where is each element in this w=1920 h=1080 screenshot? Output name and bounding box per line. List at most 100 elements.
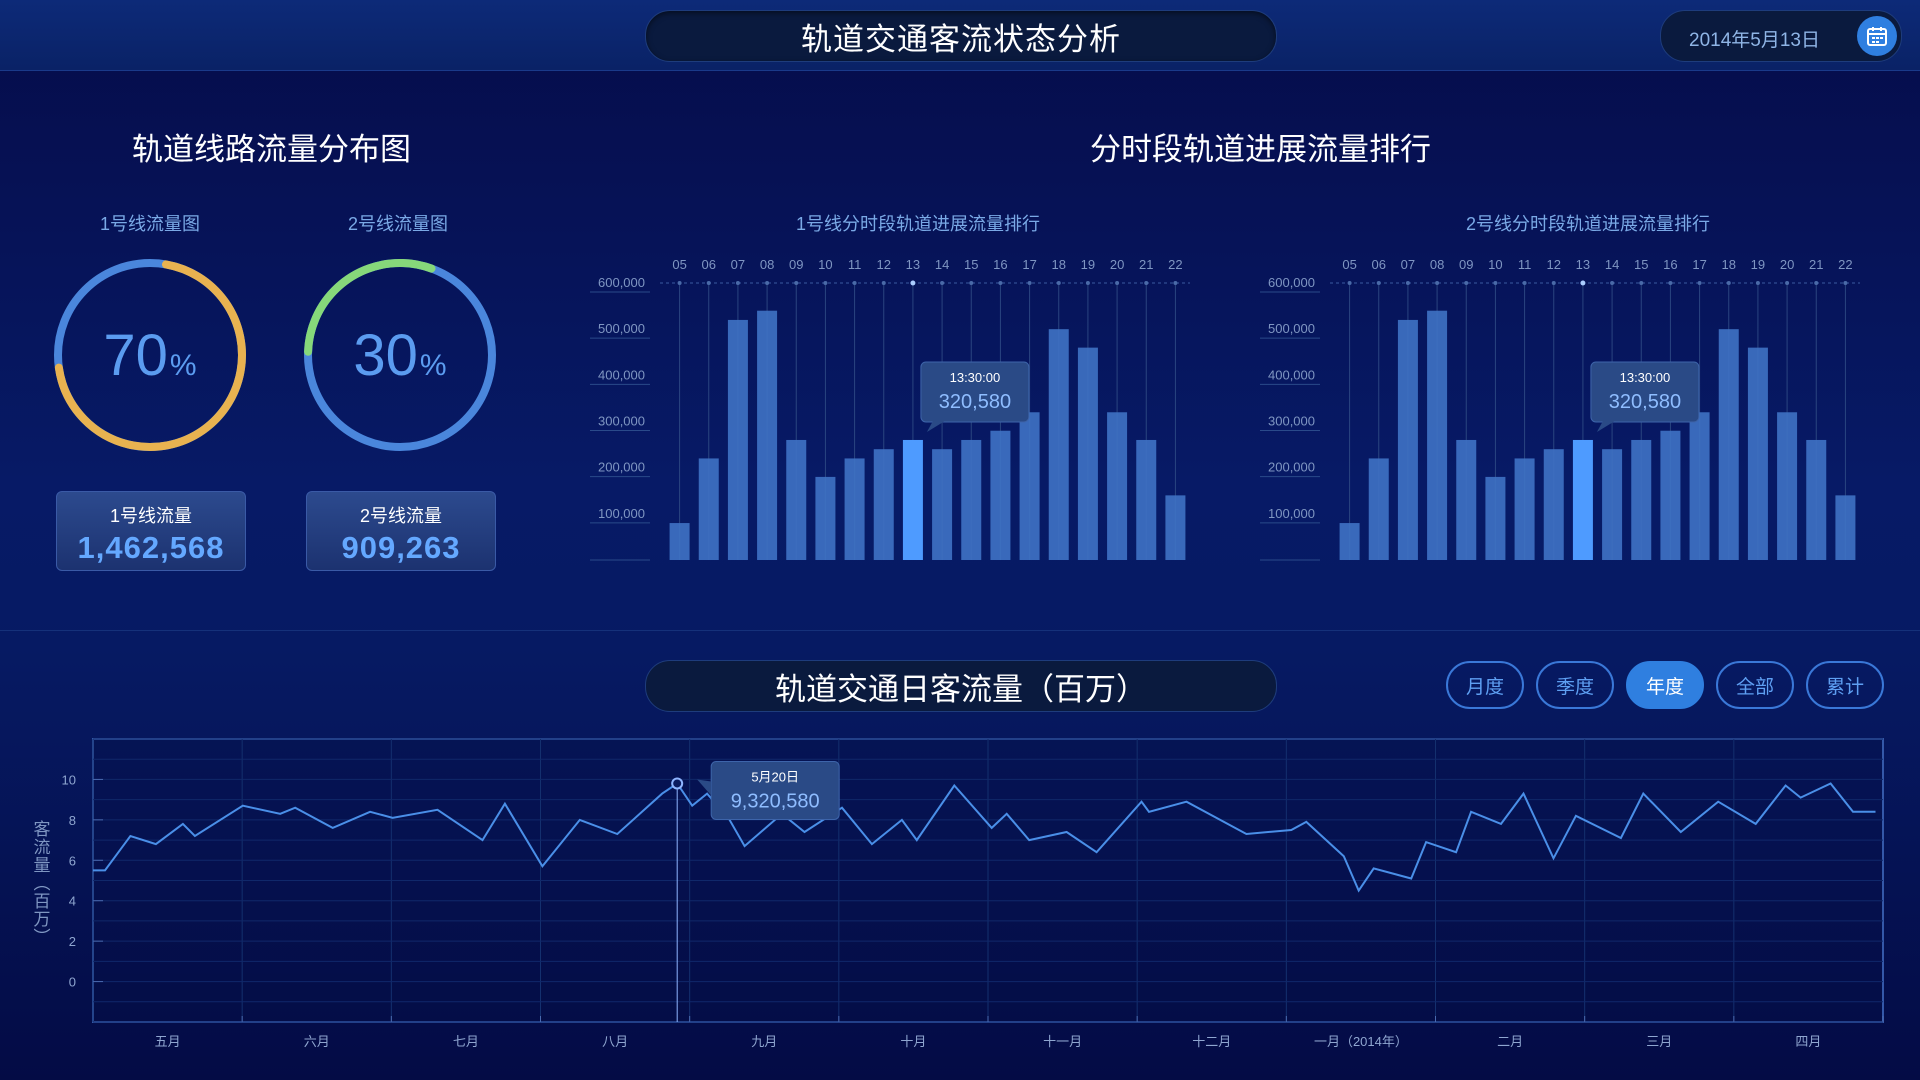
donut-2-label: 2号线流量图 (348, 214, 449, 234)
x-tick-dot (735, 281, 740, 285)
y-tick-label: 200,000 (598, 460, 645, 475)
x-tick-dot (1814, 281, 1819, 285)
x-tick-label: 05 (672, 257, 686, 272)
x-tick-dot (1376, 281, 1381, 285)
x-tick-dot (1085, 281, 1090, 285)
bar (1019, 412, 1040, 560)
bar (1368, 458, 1389, 560)
x-tick-label: 十月 (900, 1034, 926, 1049)
y-axis-label: 客流量（百万） (31, 820, 51, 946)
bar-chart-2-title: 2号线分时段轨道进展流量排行 (1466, 214, 1711, 234)
x-tick-label: 18 (1722, 257, 1736, 272)
x-tick-label: 十二月 (1192, 1034, 1231, 1049)
section-divider (0, 630, 1920, 631)
bar (1718, 329, 1739, 560)
bar (1077, 347, 1098, 560)
line1-hourly-bar-chart: 100,000 200,000 300,000 400,000 500,000 600,0… (590, 257, 1190, 561)
x-tick-label: 19 (1751, 257, 1765, 272)
x-tick-label: 12 (1547, 257, 1561, 272)
x-tick-label: 八月 (602, 1034, 628, 1049)
x-tick-label: 15 (964, 257, 978, 272)
bar (961, 439, 982, 560)
x-tick-label: 07 (1401, 257, 1415, 272)
x-tick-dot (1697, 281, 1702, 285)
bar (844, 458, 865, 560)
bar (1339, 523, 1360, 560)
bar (1397, 319, 1418, 560)
bar (1107, 412, 1128, 560)
x-tick-dot (881, 281, 886, 285)
y-tick-label: 6 (69, 853, 76, 868)
x-tick-label: 08 (1430, 257, 1444, 272)
x-tick-label: 21 (1139, 257, 1153, 272)
x-tick-label: 十一月 (1043, 1034, 1082, 1049)
bar (757, 310, 778, 560)
bar (1689, 412, 1710, 560)
tab-2[interactable]: 年度 (1626, 661, 1704, 709)
bar-tooltip: 13:30:00 320,580 (1590, 361, 1700, 432)
x-tick-dot (823, 281, 828, 285)
bar (990, 430, 1011, 560)
x-tick-label: 七月 (453, 1034, 479, 1049)
x-tick-label: 18 (1052, 257, 1066, 272)
x-tick-dot (969, 281, 974, 285)
x-tick-label: 05 (1342, 257, 1356, 272)
tooltip-time: 13:30:00 (1620, 370, 1671, 385)
tooltip-value: 9,320,580 (731, 790, 820, 812)
y-tick-label: 100,000 (1268, 506, 1315, 521)
x-tick-dot (1726, 281, 1731, 285)
x-tick-dot (1493, 281, 1498, 285)
bar (1660, 430, 1681, 560)
date-picker[interactable]: 2014年5月13日 (1660, 10, 1902, 62)
x-tick-dot (1405, 281, 1410, 285)
y-tick-label: 10 (62, 772, 76, 787)
x-tick-label: 16 (993, 257, 1007, 272)
bar (727, 319, 748, 560)
y-tick-label: 0 (69, 975, 76, 990)
x-tick-label: 22 (1168, 257, 1182, 272)
y-tick-label: 600,000 (598, 275, 645, 290)
bar (1165, 495, 1186, 560)
x-tick-dot (1610, 281, 1615, 285)
daily-flow-line-chart: 0 2 4 6 8 10 客流量（百万） 五月 六月 七月 八月 九月 十月 十一月 十二月 一月（2014年… (31, 738, 1884, 1049)
x-tick-label: 11 (1518, 257, 1532, 272)
x-tick-dot (765, 281, 770, 285)
y-tick-label: 100,000 (598, 506, 645, 521)
x-tick-dot (1144, 281, 1149, 285)
x-tick-label: 17 (1022, 257, 1036, 272)
y-tick-label: 500,000 (1268, 321, 1315, 336)
calendar-icon[interactable] (1857, 16, 1897, 56)
x-tick-label: 11 (848, 257, 862, 272)
stat-label: 2号线流量 (359, 506, 442, 526)
x-tick-label: 07 (731, 257, 745, 272)
x-tick-label: 14 (935, 257, 949, 272)
tab-4[interactable]: 累计 (1806, 661, 1884, 709)
x-tick-label: 五月 (155, 1034, 181, 1049)
bar (1777, 412, 1798, 560)
stat-value: 1,462,568 (77, 530, 225, 565)
x-tick-label: 06 (702, 257, 716, 272)
x-tick-label: 13 (1576, 257, 1590, 272)
bar (902, 439, 923, 560)
x-tick-label: 10 (818, 257, 832, 272)
line1-flow-stat: 1号线流量 1,462,568 (56, 491, 246, 571)
x-tick-dot (1843, 281, 1848, 285)
line-tooltip: 5月20日 9,320,580 (697, 760, 840, 820)
y-tick-label: 2 (69, 934, 76, 949)
tab-3[interactable]: 全部 (1716, 661, 1794, 709)
y-tick-label: 300,000 (1268, 414, 1315, 429)
x-tick-dot (1580, 280, 1586, 286)
bar (1543, 449, 1564, 560)
bar (1572, 439, 1593, 560)
x-tick-label: 10 (1488, 257, 1502, 272)
x-tick-dot (1464, 281, 1469, 285)
y-tick-label: 8 (69, 813, 76, 828)
tab-0[interactable]: 月度 (1446, 661, 1524, 709)
y-tick-label: 500,000 (598, 321, 645, 336)
tab-1[interactable]: 季度 (1536, 661, 1614, 709)
x-tick-label: 一月（2014年） (1314, 1034, 1408, 1049)
ranking-title: 分时段轨道进展流量排行 (1090, 132, 1431, 167)
bar (669, 523, 690, 560)
bar (1835, 495, 1856, 560)
bar (1514, 458, 1535, 560)
